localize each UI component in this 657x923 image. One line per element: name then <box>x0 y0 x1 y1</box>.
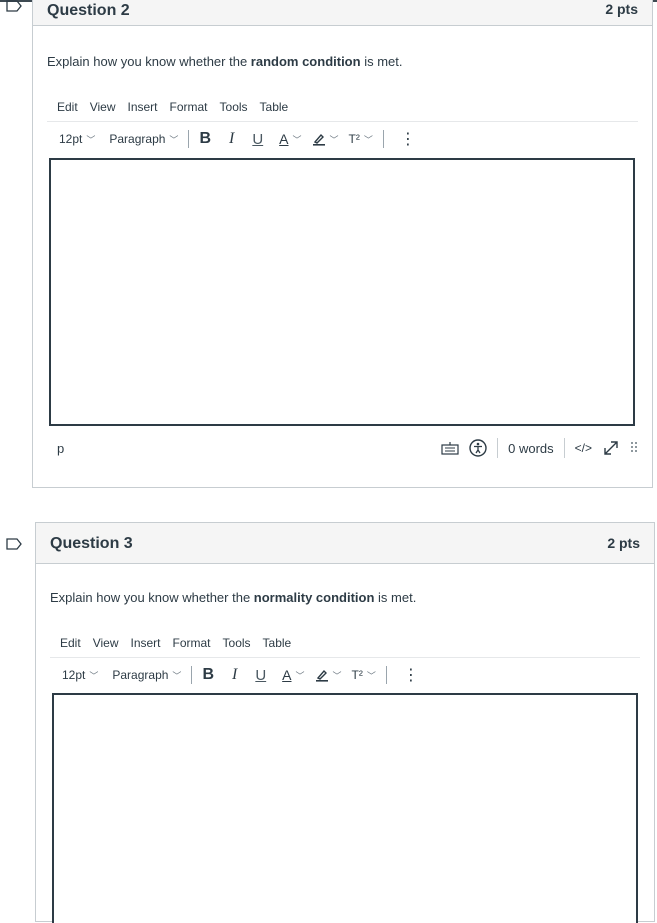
more-options-button[interactable]: ⋮ <box>400 129 416 149</box>
toolbar-separator <box>191 666 193 684</box>
menu-table[interactable]: Table <box>263 636 292 650</box>
italic-button[interactable]: I <box>229 130 234 148</box>
question-prompt: Explain how you know whether the random … <box>47 54 403 69</box>
menu-tools[interactable]: Tools <box>220 100 248 114</box>
superscript-button[interactable]: T² ﹀ <box>349 132 373 146</box>
menubar-divider <box>50 657 640 658</box>
editor-menubar: Edit View Insert Format Tools Table <box>57 100 300 114</box>
statusbar-separator <box>563 438 565 458</box>
chevron-down-icon: ﹀ <box>363 134 373 145</box>
editor-statusbar: p 0 words </> <box>47 437 638 459</box>
highlighter-icon <box>315 669 328 682</box>
menu-view[interactable]: View <box>93 636 119 650</box>
fullscreen-icon[interactable] <box>602 439 620 457</box>
menu-insert[interactable]: Insert <box>127 100 157 114</box>
bold-button[interactable]: B <box>199 130 211 148</box>
html-editor-toggle[interactable]: </> <box>575 441 592 455</box>
element-path[interactable]: p <box>57 441 64 456</box>
accessibility-icon[interactable] <box>469 439 487 457</box>
highlighter-icon <box>312 133 325 146</box>
menu-format[interactable]: Format <box>173 636 211 650</box>
toolbar-separator <box>188 130 190 148</box>
chevron-down-icon: ﹀ <box>292 134 302 145</box>
chevron-down-icon: ﹀ <box>329 134 339 145</box>
question-card-3: Question 3 2 pts Explain how you know wh… <box>35 522 655 923</box>
editor-toolbar: 12pt ﹀ Paragraph ﹀ B I U A ﹀ ﹀ T² ﹀ ⋮ <box>62 664 429 686</box>
chevron-down-icon: ﹀ <box>295 670 305 681</box>
chevron-down-icon: ﹀ <box>89 670 99 681</box>
highlight-color-button[interactable]: ﹀ <box>312 132 339 146</box>
more-options-button[interactable]: ⋮ <box>403 665 419 685</box>
keyboard-icon[interactable] <box>441 441 459 455</box>
chevron-down-icon: ﹀ <box>366 670 376 681</box>
underline-button[interactable]: U <box>252 131 263 148</box>
editor-toolbar: 12pt ﹀ Paragraph ﹀ B I U A ﹀ ﹀ T² ﹀ ⋮ <box>59 128 426 150</box>
chevron-down-icon: ﹀ <box>86 134 96 145</box>
superscript-button[interactable]: T² ﹀ <box>352 668 376 682</box>
chevron-down-icon: ﹀ <box>169 134 179 145</box>
flag-question-icon[interactable] <box>6 538 22 550</box>
question-points: 2 pts <box>607 535 640 551</box>
menu-edit[interactable]: Edit <box>60 636 81 650</box>
question-title: Question 2 <box>47 2 130 19</box>
answer-editor[interactable] <box>49 158 635 426</box>
font-size-select[interactable]: 12pt ﹀ <box>59 132 95 146</box>
menu-table[interactable]: Table <box>260 100 289 114</box>
italic-button[interactable]: I <box>232 666 237 684</box>
statusbar-tools: 0 words </> <box>431 438 638 458</box>
underline-button[interactable]: U <box>255 667 266 684</box>
menu-format[interactable]: Format <box>170 100 208 114</box>
chevron-down-icon: ﹀ <box>332 670 342 681</box>
resize-handle-icon[interactable] <box>630 441 638 455</box>
question-header: Question 2 2 pts <box>33 0 652 26</box>
bold-button[interactable]: B <box>202 666 214 684</box>
chevron-down-icon: ﹀ <box>172 670 182 681</box>
question-points: 2 pts <box>605 1 638 17</box>
block-format-select[interactable]: Paragraph ﹀ <box>109 132 178 146</box>
font-size-select[interactable]: 12pt ﹀ <box>62 668 98 682</box>
menu-insert[interactable]: Insert <box>130 636 160 650</box>
menu-view[interactable]: View <box>90 100 116 114</box>
flag-question-icon[interactable] <box>6 0 22 12</box>
question-card-2: Question 2 2 pts Explain how you know wh… <box>32 0 653 488</box>
question-title: Question 3 <box>50 535 133 552</box>
word-count: 0 words <box>508 440 554 456</box>
statusbar-separator <box>497 438 499 458</box>
text-color-button[interactable]: A ﹀ <box>279 131 301 147</box>
block-format-select[interactable]: Paragraph ﹀ <box>112 668 181 682</box>
question-prompt: Explain how you know whether the normali… <box>50 590 417 605</box>
menu-tools[interactable]: Tools <box>223 636 251 650</box>
answer-editor[interactable] <box>52 693 638 923</box>
editor-menubar: Edit View Insert Format Tools Table <box>60 636 303 650</box>
menubar-divider <box>47 121 638 122</box>
question-header: Question 3 2 pts <box>36 523 654 564</box>
highlight-color-button[interactable]: ﹀ <box>315 668 342 682</box>
menu-edit[interactable]: Edit <box>57 100 78 114</box>
toolbar-separator <box>385 666 387 684</box>
toolbar-separator <box>382 130 384 148</box>
text-color-button[interactable]: A ﹀ <box>282 667 304 683</box>
